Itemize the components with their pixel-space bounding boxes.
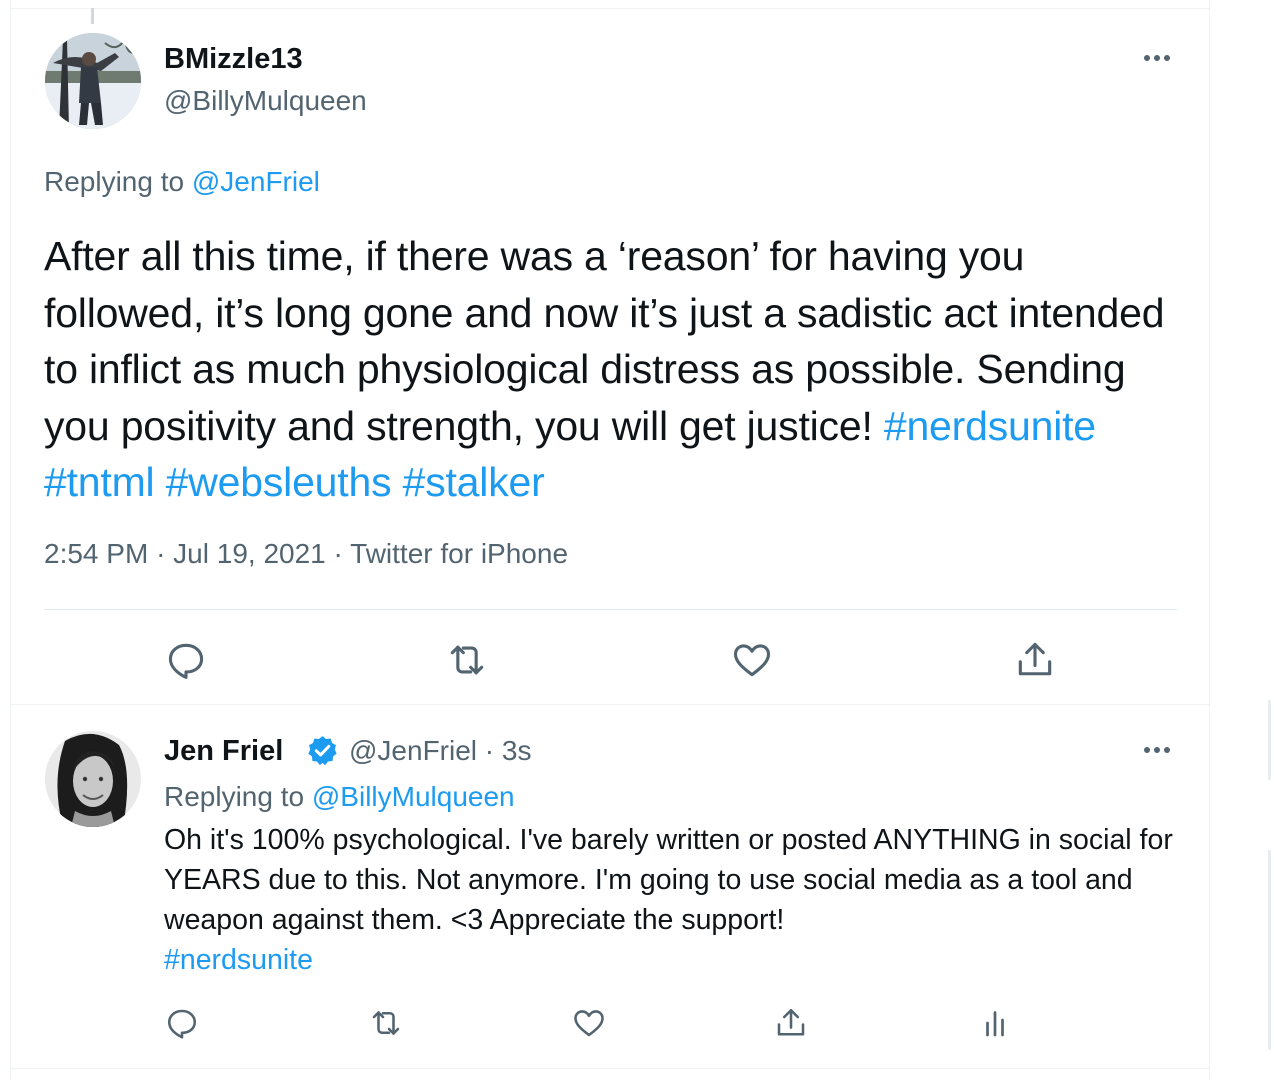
tweet-text: Oh it's 100% psychological. I've barely …	[164, 820, 1174, 980]
replying-to-line: Replying to @JenFriel	[44, 166, 320, 198]
replying-to-label: Replying to	[44, 166, 185, 197]
retweet-icon[interactable]	[368, 1005, 404, 1046]
hashtag-link[interactable]: #nerdsunite	[884, 403, 1096, 449]
tweet-body-text: Oh it's 100% psychological. I've barely …	[164, 824, 1173, 936]
scrollbar-track	[1268, 700, 1271, 780]
meta-separator: ·	[484, 735, 495, 766]
replying-to-link[interactable]: @BillyMulqueen	[312, 781, 515, 812]
hashtag-link[interactable]: #nerdsunite	[164, 944, 313, 976]
verified-badge-icon	[306, 734, 339, 772]
more-horizontal-icon[interactable]	[1142, 48, 1172, 73]
user-handle[interactable]: @BillyMulqueen	[164, 85, 367, 117]
tweet-time[interactable]: 2:54 PM	[44, 538, 148, 569]
user-handle[interactable]: @JenFriel	[349, 735, 477, 766]
tweet-text: After all this time, if there was a ‘rea…	[44, 228, 1184, 511]
thread-connector-line	[91, 8, 94, 24]
display-name[interactable]: BMizzle13	[164, 43, 303, 76]
analytics-icon[interactable]	[977, 1005, 1013, 1046]
like-icon[interactable]	[730, 638, 774, 687]
avatar[interactable]	[45, 33, 141, 129]
avatar[interactable]	[45, 731, 141, 827]
more-horizontal-icon[interactable]	[1142, 740, 1172, 765]
hashtag-link[interactable]: #stalker	[403, 459, 545, 505]
share-icon[interactable]	[1013, 638, 1057, 687]
share-icon[interactable]	[773, 1005, 809, 1046]
bottom-border	[11, 1068, 1209, 1069]
scrollbar-track	[1268, 850, 1271, 1050]
tweet-date[interactable]: Jul 19, 2021	[173, 538, 326, 569]
avatar-photo	[45, 731, 141, 827]
reply-icon[interactable]	[164, 1005, 200, 1046]
handle-and-age: @JenFriel · 3s	[349, 735, 531, 767]
timeline-column: BMizzle13 @BillyMulqueen Replying to @Je…	[10, 0, 1210, 1080]
tweet-age[interactable]: 3s	[502, 735, 532, 766]
retweet-icon[interactable]	[445, 638, 489, 687]
tweet-meta: 2:54 PM · Jul 19, 2021 · Twitter for iPh…	[44, 538, 568, 570]
top-border	[11, 8, 1209, 9]
meta-separator: ·	[156, 538, 166, 569]
replying-to-link[interactable]: @JenFriel	[192, 166, 320, 197]
avatar-photo	[45, 33, 141, 129]
tweet-source[interactable]: Twitter for iPhone	[350, 538, 568, 569]
replying-to-line: Replying to @BillyMulqueen	[164, 781, 515, 813]
meta-separator: ·	[333, 538, 343, 569]
replying-to-label: Replying to	[164, 781, 305, 812]
like-icon[interactable]	[571, 1005, 607, 1046]
hashtag-link[interactable]: #websleuths	[166, 459, 392, 505]
tweet-separator	[11, 704, 1209, 705]
hashtag-link[interactable]: #tntml	[44, 459, 155, 505]
display-name[interactable]: Jen Friel	[164, 735, 283, 768]
divider	[44, 609, 1177, 610]
reply-icon[interactable]	[164, 638, 208, 687]
